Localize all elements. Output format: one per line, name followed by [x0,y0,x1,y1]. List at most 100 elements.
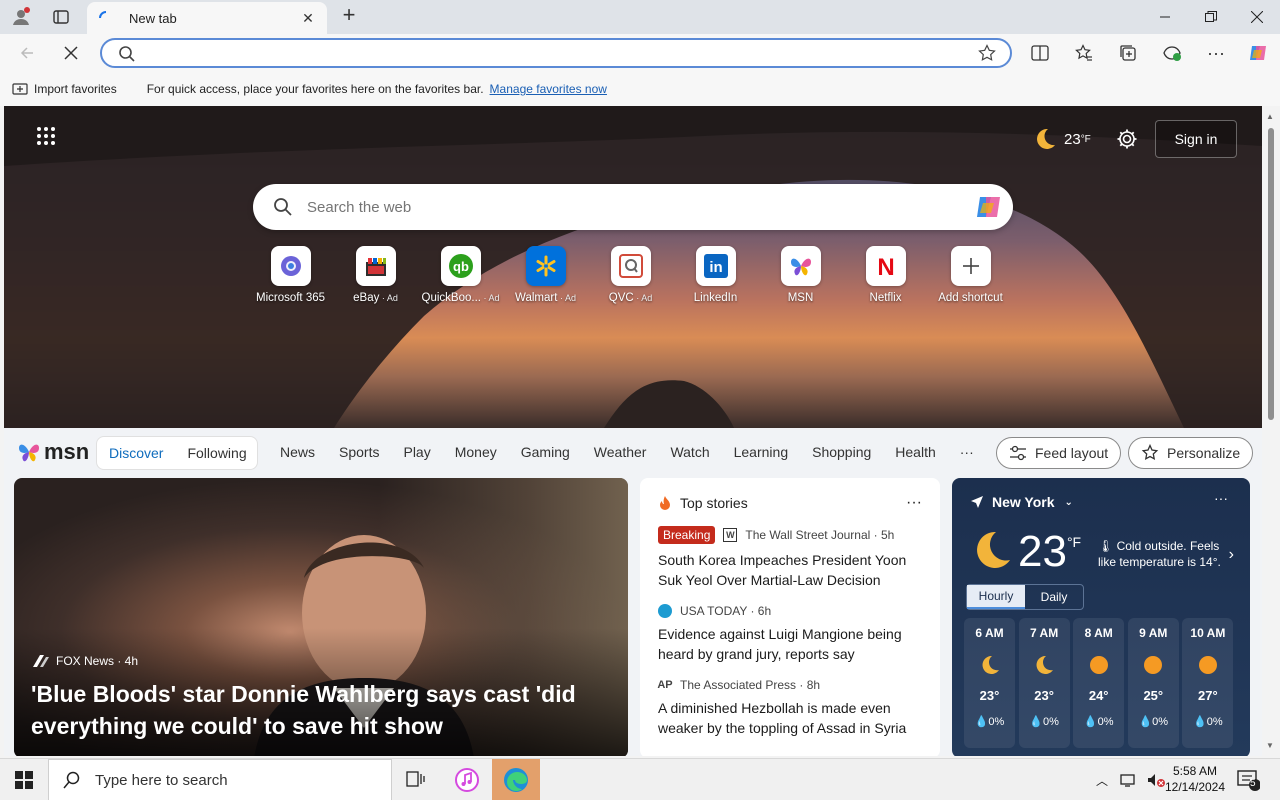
scroll-down-arrow-icon[interactable]: ▼ [1266,741,1274,750]
tab-actions-icon[interactable] [48,5,74,29]
category-sports[interactable]: Sports [339,444,379,460]
start-button[interactable] [0,759,48,800]
restore-button[interactable] [1188,0,1234,34]
apps-grid-icon[interactable] [36,126,56,146]
hour-forecast-item[interactable]: 7 AM 23° 💧0% [1018,618,1070,748]
category-shopping[interactable]: Shopping [812,444,871,460]
chevron-up-icon[interactable]: ︿ [1096,772,1108,789]
weather-widget-top[interactable]: 23 °F [1032,126,1091,152]
profile-icon[interactable] [8,5,34,29]
weather-location-selector[interactable]: New York ⌄ [970,494,1073,510]
more-categories-button[interactable]: ··· [960,444,974,460]
qvc-icon [610,246,651,286]
shortcut-msn[interactable]: MSN [758,246,843,304]
tab-new-tab[interactable]: New tab ✕ [87,2,327,34]
category-gaming[interactable]: Gaming [521,444,570,460]
category-money[interactable]: Money [455,444,497,460]
msn-logo[interactable]: msn [16,439,89,465]
weather-note-text: Cold outside. Feels like temperature is … [1098,539,1221,569]
feed-layout-button[interactable]: Feed layout [996,437,1122,469]
location-arrow-icon [971,496,983,508]
web-search-input[interactable] [307,196,927,218]
taskbar-clock[interactable]: 5:58 AM 12/14/2024 [1162,763,1228,795]
hour-temperature: 27° [1198,688,1218,703]
tab-hourly[interactable]: Hourly [967,585,1025,609]
address-bar[interactable] [100,38,1012,68]
page-settings-gear-icon[interactable] [1116,128,1138,150]
shortcut-netflix[interactable]: N Netflix [843,246,928,304]
story-title[interactable]: A diminished Hezbollah is made even weak… [658,698,922,738]
close-tab-icon[interactable]: ✕ [299,9,317,27]
hour-forecast-item[interactable]: 8 AM 24° 💧0% [1073,618,1125,748]
split-screen-icon[interactable] [1027,40,1053,66]
collections-icon[interactable] [1115,40,1141,66]
story-headline[interactable]: 'Blue Bloods' star Donnie Wahlberg says … [31,678,611,742]
hour-temperature: 25° [1143,688,1164,703]
shortcut-ebay[interactable]: eBay · Ad [333,246,418,304]
network-icon[interactable] [1120,772,1138,788]
top-stories-more-button[interactable]: ··· [906,494,922,512]
quickbooks-icon: qb [440,246,481,286]
weather-card[interactable]: New York ⌄ ··· 23 °F 🌡 Cold outside. Fee… [952,478,1250,756]
address-input[interactable] [142,43,962,63]
category-watch[interactable]: Watch [670,444,709,460]
browser-essentials-icon[interactable] [1159,40,1185,66]
manage-favorites-link[interactable]: Manage favorites now [490,82,607,96]
windows-taskbar: Type here to search ︿ 5:58 AM 12/14/2024… [0,758,1280,800]
story-item[interactable]: AP The Associated Press · 8h A diminishe… [657,678,922,738]
category-play[interactable]: Play [403,444,430,460]
hour-forecast-item[interactable]: 6 AM 23° 💧0% [964,618,1015,748]
back-button[interactable] [14,40,40,66]
shortcut-microsoft-365[interactable]: Microsoft 365 [248,246,333,304]
tab-discover[interactable]: Discover [109,445,163,461]
task-view-button[interactable] [392,759,440,800]
favorites-bar: Import favorites For quick access, place… [0,72,1280,106]
shortcut-label: QVC [608,292,634,304]
weather-more-button[interactable]: ··· [1214,490,1228,506]
shortcut-linkedin[interactable]: in LinkedIn [673,246,758,304]
settings-more-icon[interactable]: ··· [1203,40,1229,66]
tab-following[interactable]: Following [187,445,246,461]
notification-icon [1237,770,1261,791]
shortcut-walmart[interactable]: Walmart · Ad [503,246,588,304]
taskbar-search-box[interactable]: Type here to search [48,759,392,800]
import-favorites-button[interactable]: Import favorites [12,82,117,96]
scroll-up-arrow-icon[interactable]: ▲ [1266,112,1274,121]
itunes-app-button[interactable] [443,759,491,800]
favorite-star-icon[interactable] [978,44,996,62]
new-tab-button[interactable]: + [338,4,360,27]
sign-in-button[interactable]: Sign in [1155,120,1237,158]
copilot-icon[interactable] [973,191,1005,223]
web-search-box[interactable] [253,184,1013,230]
hour-forecast-item[interactable]: 9 AM 25° 💧0% [1127,618,1179,748]
shortcut-quickbooks[interactable]: qb QuickBoo... · Ad [418,246,503,304]
page-scrollbar[interactable]: ▲ ▼ [1262,106,1280,756]
hero-background: 23°F Sign in Microsoft 365 eBay · Ad qb … [4,106,1262,428]
hour-forecast-item[interactable]: 10 AM 27° 💧0% [1182,618,1234,748]
clock-date: 12/14/2024 [1164,780,1226,794]
story-item[interactable]: Breaking W The Wall Street Journal · 5h … [658,526,922,590]
story-title[interactable]: Evidence against Luigi Mangione being he… [658,624,922,664]
shortcut-qvc[interactable]: QVC · Ad [588,246,673,304]
notification-center-button[interactable]: 5 [1236,769,1261,794]
copilot-icon[interactable] [1245,40,1271,66]
story-title[interactable]: South Korea Impeaches President Yoon Suk… [658,550,922,590]
category-learning[interactable]: Learning [734,444,789,460]
favorites-icon[interactable] [1071,40,1097,66]
stop-loading-button[interactable] [58,40,84,66]
tab-daily[interactable]: Daily [1025,585,1083,609]
edge-app-button[interactable] [492,759,540,800]
chevron-right-icon[interactable]: › [1229,546,1234,564]
story-item[interactable]: USA TODAY · 6h Evidence against Luigi Ma… [658,604,922,664]
category-health[interactable]: Health [895,444,935,460]
close-window-button[interactable] [1234,0,1280,34]
personalize-button[interactable]: Personalize [1128,437,1254,469]
category-weather[interactable]: Weather [594,444,647,460]
shortcut-add[interactable]: Add shortcut [928,246,1013,304]
category-news[interactable]: News [280,444,315,460]
scrollbar-thumb[interactable] [1268,128,1274,420]
chevron-down-icon: ⌄ [1064,496,1073,508]
minimize-button[interactable] [1142,0,1188,34]
main-story-card[interactable]: FOX News · 4h 'Blue Bloods' star Donnie … [14,478,628,756]
top-temperature: 23 [1064,130,1081,148]
